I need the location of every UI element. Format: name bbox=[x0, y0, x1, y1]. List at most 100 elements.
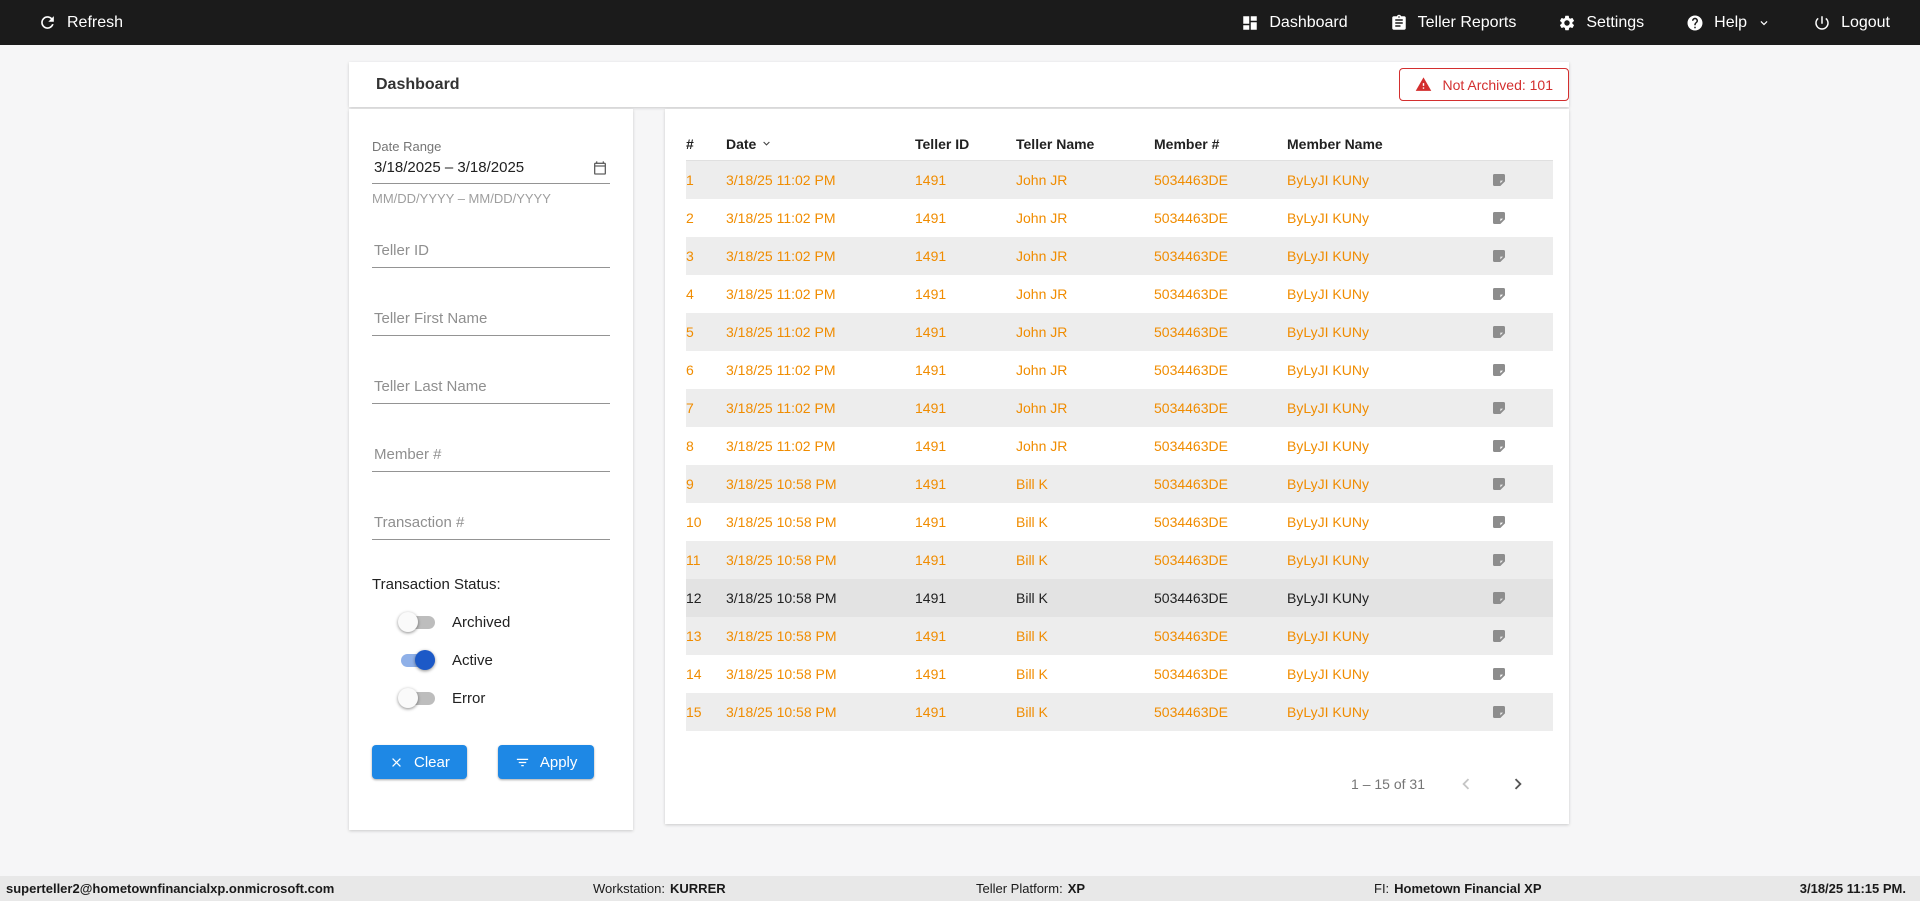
active-toggle[interactable] bbox=[398, 649, 438, 671]
cell-member-number: 5034463DE bbox=[1154, 514, 1228, 530]
cell-member-number: 5034463DE bbox=[1154, 172, 1228, 188]
nav-logout[interactable]: Logout bbox=[1813, 14, 1890, 32]
table-row[interactable]: 5 3/18/25 11:02 PM 1491 John JR 5034463D… bbox=[686, 313, 1553, 351]
note-icon[interactable] bbox=[1491, 552, 1507, 568]
table-row[interactable]: 12 3/18/25 10:58 PM 1491 Bill K 5034463D… bbox=[686, 579, 1553, 617]
table-row[interactable]: 10 3/18/25 10:58 PM 1491 Bill K 5034463D… bbox=[686, 503, 1553, 541]
table-row[interactable]: 6 3/18/25 11:02 PM 1491 John JR 5034463D… bbox=[686, 351, 1553, 389]
calendar-icon[interactable] bbox=[592, 160, 608, 176]
note-icon[interactable] bbox=[1491, 704, 1507, 720]
note-icon[interactable] bbox=[1491, 514, 1507, 530]
table-row[interactable]: 13 3/18/25 10:58 PM 1491 Bill K 5034463D… bbox=[686, 617, 1553, 655]
note-icon[interactable] bbox=[1491, 324, 1507, 340]
table-row[interactable]: 15 3/18/25 10:58 PM 1491 Bill K 5034463D… bbox=[686, 693, 1553, 731]
note-icon[interactable] bbox=[1491, 628, 1507, 644]
table-row[interactable]: 2 3/18/25 11:02 PM 1491 John JR 5034463D… bbox=[686, 199, 1553, 237]
note-icon[interactable] bbox=[1491, 666, 1507, 682]
cell-number: 9 bbox=[686, 476, 694, 492]
cell-member-name: ByLyJI KUNy bbox=[1287, 248, 1369, 264]
note-icon[interactable] bbox=[1491, 590, 1507, 606]
previous-page-button[interactable] bbox=[1455, 773, 1477, 795]
note-icon[interactable] bbox=[1491, 400, 1507, 416]
next-page-button[interactable] bbox=[1507, 773, 1529, 795]
refresh-button[interactable]: Refresh bbox=[38, 13, 123, 32]
cell-teller-id: 1491 bbox=[915, 324, 947, 340]
member-number-input[interactable] bbox=[372, 440, 610, 472]
cell-number: 15 bbox=[686, 704, 702, 720]
nav-help[interactable]: Help bbox=[1686, 14, 1771, 32]
cell-number: 1 bbox=[686, 172, 694, 188]
note-icon[interactable] bbox=[1491, 438, 1507, 454]
table-row[interactable]: 4 3/18/25 11:02 PM 1491 John JR 5034463D… bbox=[686, 275, 1553, 313]
table-row[interactable]: 8 3/18/25 11:02 PM 1491 John JR 5034463D… bbox=[686, 427, 1553, 465]
cell-teller-id: 1491 bbox=[915, 210, 947, 226]
cell-teller-name: John JR bbox=[1016, 286, 1068, 302]
not-archived-badge: Not Archived: 101 bbox=[1399, 68, 1569, 101]
pagination-range-label: 1 – 15 of 31 bbox=[1351, 776, 1425, 792]
table-row[interactable]: 1 3/18/25 11:02 PM 1491 John JR 5034463D… bbox=[686, 161, 1553, 199]
cell-number: 4 bbox=[686, 286, 694, 302]
cell-teller-id: 1491 bbox=[915, 172, 947, 188]
date-range-field[interactable]: 3/18/2025 – 3/18/2025 bbox=[372, 154, 610, 184]
toggle-row-error: Error bbox=[398, 687, 610, 709]
cell-member-name: ByLyJI KUNy bbox=[1287, 590, 1369, 606]
teller-last-name-input[interactable] bbox=[372, 372, 610, 404]
close-icon bbox=[389, 755, 404, 770]
error-toggle[interactable] bbox=[398, 687, 438, 709]
cell-date: 3/18/25 11:02 PM bbox=[726, 248, 836, 264]
current-datetime: 3/18/25 11:15 PM. bbox=[1799, 881, 1906, 896]
cell-date: 3/18/25 10:58 PM bbox=[726, 666, 837, 682]
column-date[interactable]: Date bbox=[726, 136, 915, 152]
cell-member-number: 5034463DE bbox=[1154, 628, 1228, 644]
cell-member-number: 5034463DE bbox=[1154, 552, 1228, 568]
table-row[interactable]: 7 3/18/25 11:02 PM 1491 John JR 5034463D… bbox=[686, 389, 1553, 427]
table-row[interactable]: 14 3/18/25 10:58 PM 1491 Bill K 5034463D… bbox=[686, 655, 1553, 693]
sort-descending-icon bbox=[760, 137, 773, 150]
cell-member-number: 5034463DE bbox=[1154, 400, 1228, 416]
teller-platform-label: Teller Platform: bbox=[976, 881, 1063, 896]
note-icon[interactable] bbox=[1491, 248, 1507, 264]
cell-number: 11 bbox=[686, 552, 701, 568]
teller-id-input[interactable] bbox=[372, 236, 610, 268]
note-icon[interactable] bbox=[1491, 210, 1507, 226]
cell-teller-id: 1491 bbox=[915, 476, 947, 492]
not-archived-label: Not Archived: 101 bbox=[1442, 76, 1553, 93]
nav-settings[interactable]: Settings bbox=[1558, 14, 1644, 32]
teller-first-name-input[interactable] bbox=[372, 304, 610, 336]
nav-dashboard[interactable]: Dashboard bbox=[1241, 14, 1348, 32]
cell-number: 2 bbox=[686, 210, 694, 226]
archived-toggle[interactable] bbox=[398, 611, 438, 633]
table-row[interactable]: 3 3/18/25 11:02 PM 1491 John JR 5034463D… bbox=[686, 237, 1553, 275]
note-icon[interactable] bbox=[1491, 286, 1507, 302]
note-icon[interactable] bbox=[1491, 362, 1507, 378]
clear-button[interactable]: Clear bbox=[372, 745, 467, 779]
cell-date: 3/18/25 10:58 PM bbox=[726, 552, 837, 568]
transaction-number-input[interactable] bbox=[372, 508, 610, 540]
workstation-value: KURRER bbox=[670, 881, 726, 896]
cell-number: 7 bbox=[686, 400, 694, 416]
note-icon[interactable] bbox=[1491, 172, 1507, 188]
gear-icon bbox=[1558, 14, 1576, 32]
cell-member-number: 5034463DE bbox=[1154, 210, 1228, 226]
cell-date: 3/18/25 11:02 PM bbox=[726, 400, 836, 416]
cell-member-name: ByLyJI KUNy bbox=[1287, 400, 1369, 416]
cell-member-name: ByLyJI KUNy bbox=[1287, 324, 1369, 340]
cell-teller-id: 1491 bbox=[915, 552, 947, 568]
nav-logout-label: Logout bbox=[1841, 13, 1890, 31]
top-navbar: Refresh Dashboard Teller Reports Setting… bbox=[0, 0, 1920, 45]
cell-teller-name: John JR bbox=[1016, 400, 1068, 416]
results-panel: # Date Teller ID Teller Name Member # Me… bbox=[665, 109, 1569, 824]
table-row[interactable]: 11 3/18/25 10:58 PM 1491 Bill K 5034463D… bbox=[686, 541, 1553, 579]
table-row[interactable]: 9 3/18/25 10:58 PM 1491 Bill K 5034463DE… bbox=[686, 465, 1553, 503]
note-icon[interactable] bbox=[1491, 476, 1507, 492]
cell-member-number: 5034463DE bbox=[1154, 704, 1228, 720]
nav-teller-reports[interactable]: Teller Reports bbox=[1390, 14, 1516, 32]
active-toggle-label: Active bbox=[452, 651, 493, 669]
table-header: # Date Teller ID Teller Name Member # Me… bbox=[686, 127, 1553, 161]
cell-teller-id: 1491 bbox=[915, 400, 947, 416]
apply-button[interactable]: Apply bbox=[497, 745, 595, 779]
cell-member-number: 5034463DE bbox=[1154, 476, 1228, 492]
workstation-status: Workstation: KURRER bbox=[593, 876, 726, 901]
date-range-label: Date Range bbox=[372, 139, 442, 154]
cell-teller-name: John JR bbox=[1016, 324, 1068, 340]
